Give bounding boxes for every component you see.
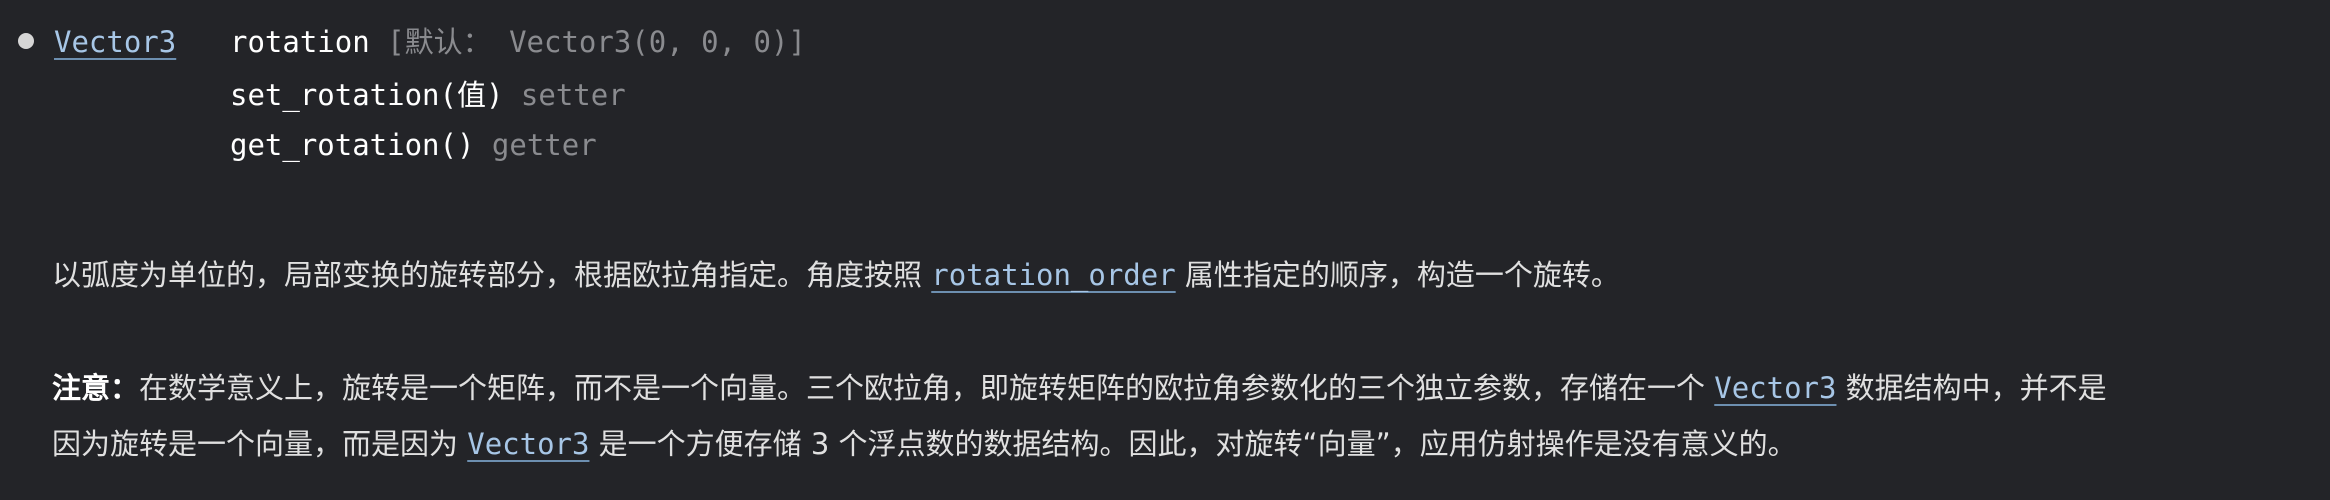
type-link-vector3[interactable]: Vector3 [54,22,176,62]
setter-line: set_rotation(值) setter [230,75,626,115]
property-signature: rotation [默认： Vector3(0, 0, 0)] [230,22,806,62]
property-name: rotation [230,25,370,59]
note-line2-before: 因为旋转是一个向量，而是因为 [52,427,468,461]
rotation-order-link[interactable]: rotation_order [931,258,1175,292]
default-value: [默认： Vector3(0, 0, 0)] [387,25,806,59]
getter-signature: get_rotation() [230,128,475,162]
note-line1-after: 数据结构中，并不是 [1836,371,2107,405]
vector3-link-1[interactable]: Vector3 [1714,371,1836,405]
setter-label: setter [520,78,626,112]
bullet-icon [18,33,34,49]
getter-label: getter [491,128,597,162]
setter-signature: set_rotation(值) [230,78,504,112]
description-paragraph-1: 以弧度为单位的，局部变换的旋转部分，根据欧拉角指定。角度按照 rotation_… [52,253,2302,297]
note-line2-after: 是一个方便存储 3 个浮点数的数据结构。因此，对旋转“向量”，应用仿射操作是没有… [589,427,1797,461]
description-note: 注意：在数学意义上，旋转是一个矩阵，而不是一个向量。三个欧拉角，即旋转矩阵的欧拉… [52,360,2302,472]
vector3-link-2[interactable]: Vector3 [467,427,589,461]
note-line1-before: 在数学意义上，旋转是一个矩阵，而不是一个向量。三个欧拉角，即旋转矩阵的欧拉角参数… [139,371,1715,405]
desc-p1-text-before: 以弧度为单位的，局部变换的旋转部分，根据欧拉角指定。角度按照 [52,258,932,292]
property-entry: Vector3 rotation [默认： Vector3(0, 0, 0)] … [0,0,2330,175]
getter-line: get_rotation() getter [230,125,597,165]
note-label: 注意： [52,371,140,405]
desc-p1-text-after: 属性指定的顺序，构造一个旋转。 [1175,258,1620,292]
